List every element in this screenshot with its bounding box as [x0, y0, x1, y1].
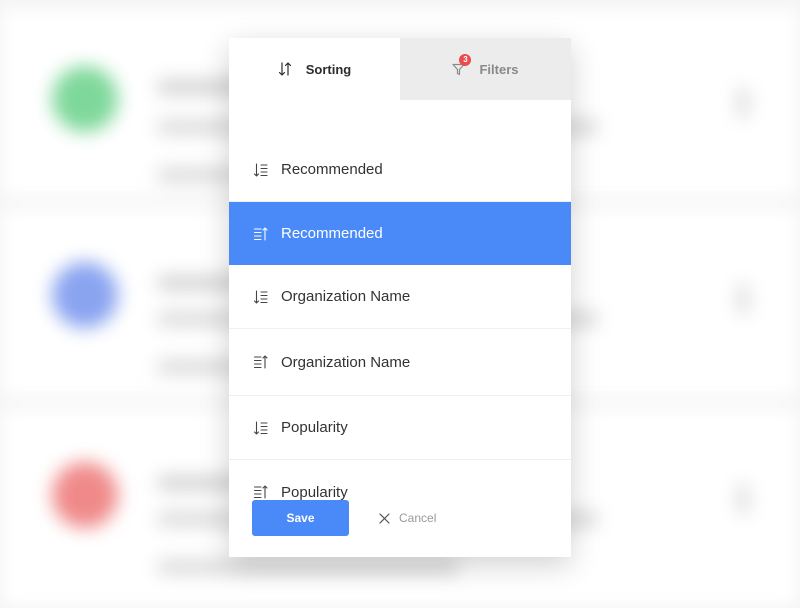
- sort-descending-icon: [253, 162, 269, 178]
- sort-descending-icon: [253, 289, 269, 305]
- sort-descending-icon: [253, 420, 269, 436]
- sort-option-label: Popularity: [281, 483, 348, 501]
- sort-option-label: Organization Name: [281, 353, 411, 371]
- sort-ascending-icon: [253, 484, 269, 500]
- sort-arrows-icon: [278, 62, 292, 76]
- sort-ascending-icon: [253, 226, 269, 242]
- tab-sorting[interactable]: Sorting: [229, 38, 400, 100]
- tab-sorting-label: Sorting: [305, 61, 352, 77]
- background-avatar: [52, 462, 118, 528]
- modal-tabs: Sorting 3 Filters: [229, 38, 571, 100]
- background-avatar: [52, 66, 118, 132]
- filter-icon: 3: [452, 53, 472, 76]
- sort-option-organization-name-desc[interactable]: Organization Name: [229, 265, 571, 329]
- sort-option-recommended-asc[interactable]: Recommended: [229, 202, 571, 265]
- sort-option-recommended-desc[interactable]: Recommended: [229, 138, 571, 202]
- sort-filter-modal: Sorting 3 Filters Recommended Recommende…: [229, 38, 571, 557]
- tab-filters-label: Filters: [479, 61, 519, 77]
- filter-count-badge: 3: [459, 53, 472, 66]
- cancel-label: Cancel: [399, 511, 437, 525]
- modal-footer: Save Cancel: [229, 500, 571, 536]
- sort-option-label: Recommended: [281, 225, 383, 242]
- tab-filters[interactable]: 3 Filters: [400, 38, 571, 100]
- sort-option-label: Recommended: [281, 161, 383, 178]
- cancel-button[interactable]: Cancel: [379, 500, 436, 536]
- save-button[interactable]: Save: [252, 500, 349, 536]
- background-avatar: [52, 262, 118, 328]
- sort-option-label: Organization Name: [281, 288, 411, 305]
- close-icon: [379, 512, 390, 524]
- sort-ascending-icon: [253, 354, 269, 370]
- sort-option-organization-name-asc[interactable]: Organization Name: [229, 329, 571, 396]
- sort-option-popularity-desc[interactable]: Popularity: [229, 396, 571, 460]
- sort-option-label: Popularity: [281, 419, 348, 436]
